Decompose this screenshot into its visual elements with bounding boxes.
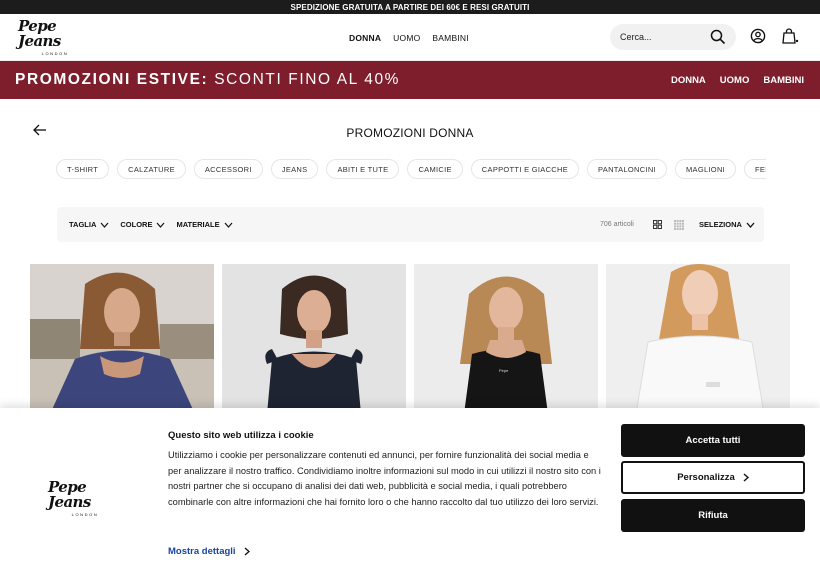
shipping-banner: SPEDIZIONE GRATUITA A PARTIRE DEI 60€ E … [0,0,820,14]
category-chip[interactable]: PANTALONCINI [587,159,667,179]
category-chips: T-SHIRT CALZATURE ACCESSORI JEANS ABITI … [56,159,766,181]
logo-sub: LONDON [41,50,69,56]
show-details-link[interactable]: Mostra dettagli [168,546,250,557]
product-image[interactable] [30,264,214,414]
chevron-down-icon [746,222,755,228]
filter-bar: TAGLIA COLORE MATERIALE 706 articoli SEL… [57,207,764,242]
chevron-down-icon [224,222,233,228]
product-image[interactable] [606,264,790,414]
promo-link-bambini[interactable]: BAMBINI [763,75,804,86]
grid-two-columns-icon[interactable] [653,220,662,229]
reject-button[interactable]: Rifiuta [621,499,805,532]
category-chip[interactable]: MAGLIONI [674,159,737,179]
accept-all-button[interactable]: Accetta tutti [621,424,805,457]
category-chip[interactable]: FELPE [744,159,766,179]
chevron-down-icon [157,222,165,228]
brand-logo[interactable]: Pepe Jeans LONDON [18,16,92,56]
user-icon[interactable] [750,28,766,44]
promo-title: PROMOZIONI ESTIVE: SCONTI FINO AL 40% [15,71,401,88]
filter-colore[interactable]: COLORE [120,220,165,229]
shipping-banner-text: SPEDIZIONE GRATUITA A PARTIRE DEI 60€ E … [290,2,530,12]
promo-link-donna[interactable]: DONNA [671,75,706,86]
main-nav: DONNA UOMO BAMBINI [349,14,469,61]
cookie-brand-logo: Pepe Jeans LONDON [48,478,99,518]
category-chip[interactable]: CAPPOTTI E GIACCHE [470,159,580,179]
article-count: 706 articoli [600,221,634,228]
cookie-title: Questo sito web utilizza i cookie [168,430,314,441]
promo-links: DONNA UOMO BAMBINI [671,61,804,99]
category-chip[interactable]: T-SHIRT [56,159,110,179]
filter-materiale[interactable]: MATERIALE [176,220,233,229]
chevron-right-icon [244,547,250,556]
grid-four-columns-icon[interactable] [674,220,684,230]
customize-button[interactable]: Personalizza [621,461,805,494]
svg-text:Pepe: Pepe [499,368,509,373]
category-chip[interactable]: JEANS [270,159,319,179]
nav-bambini[interactable]: BAMBINI [432,33,468,43]
chevron-down-icon [100,222,109,228]
filter-taglia[interactable]: TAGLIA [69,220,109,229]
search-placeholder: Cerca... [620,32,652,42]
page-title: PROMOZIONI DONNA [346,126,474,140]
category-chip[interactable]: CAMICIE [407,159,463,179]
product-grid: Pepe [30,264,790,414]
site-header: Pepe Jeans LONDON DONNA UOMO BAMBINI Cer… [0,14,820,61]
logo-script: Pepe Jeans [18,16,61,50]
nav-donna[interactable]: DONNA [349,33,381,43]
cookie-text: Utilizziamo i cookie per personalizzare … [168,450,601,507]
search-icon[interactable] [710,29,726,45]
nav-uomo[interactable]: UOMO [393,33,420,43]
sort-dropdown[interactable]: SELEZIONA [699,220,755,229]
category-chip[interactable]: ABITI E TUTE [326,159,400,179]
category-chip[interactable]: CALZATURE [117,159,186,179]
promo-banner[interactable]: PROMOZIONI ESTIVE: SCONTI FINO AL 40% DO… [0,61,820,99]
product-image[interactable] [222,264,406,414]
bag-icon[interactable] [782,28,800,44]
promo-link-uomo[interactable]: UOMO [720,75,750,86]
cookie-banner: Pepe Jeans LONDON Questo sito web utiliz… [0,408,820,577]
search-input[interactable]: Cerca... [610,24,736,50]
category-chip[interactable]: ACCESSORI [193,159,263,179]
product-image[interactable]: Pepe [414,264,598,414]
chevron-right-icon [743,473,749,482]
